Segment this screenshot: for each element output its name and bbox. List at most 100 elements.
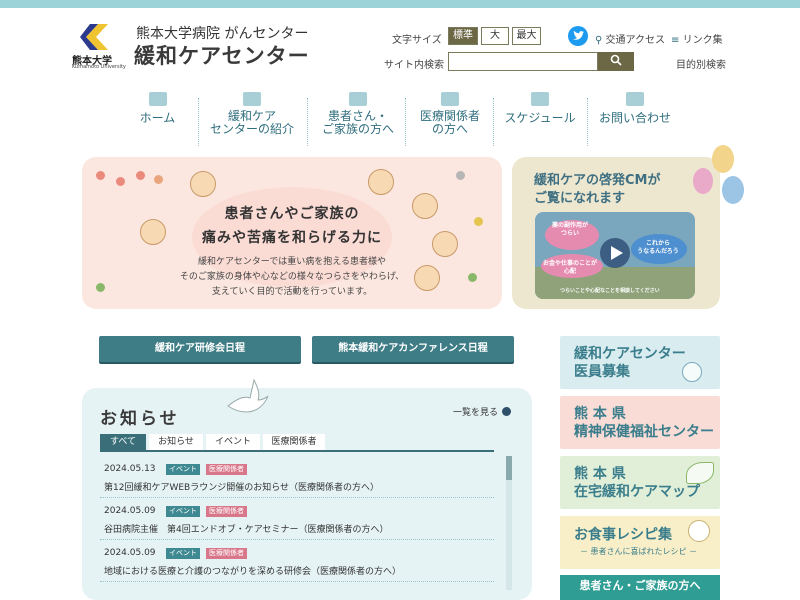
nav-separator	[405, 98, 406, 146]
tab-news[interactable]: お知らせ	[149, 434, 203, 450]
search-button[interactable]	[598, 52, 634, 71]
news-item[interactable]: 2024.05.13 イベント 医療関係者 第12回緩和ケアWEBラウンジ開催の…	[100, 456, 494, 498]
tag-medical: 医療関係者	[206, 464, 247, 475]
play-icon[interactable]	[600, 238, 630, 268]
news-title: お知らせ	[100, 409, 180, 429]
recipe-line-2: － 患者さんに喜ばれたレシピ －	[580, 547, 698, 556]
cm-bubble-1-text: 薬の副作用が つらい	[551, 222, 588, 237]
font-size-large-button[interactable]: 大	[481, 27, 509, 45]
home-care-map-text: 熊 本 県 在宅緩和ケアマップ	[574, 465, 700, 501]
home-care-map-line-1: 熊 本 県	[574, 466, 626, 482]
mail-icon	[626, 92, 644, 106]
news-text: 第12回緩和ケアWEBラウンジ開催のお知らせ（医療関係者の方へ）	[104, 483, 380, 493]
recruit-banner-text: 緩和ケアセンター 医員募集	[574, 345, 686, 381]
nav-medical[interactable]: 医療関係者 の方へ	[412, 92, 488, 148]
nav-center-intro[interactable]: 緩和ケア センターの紹介	[204, 92, 300, 148]
tag-medical: 医療関係者	[206, 548, 247, 559]
site-title[interactable]: 緩和ケアセンター	[134, 40, 310, 70]
cat-icon	[456, 171, 465, 180]
site-search-input[interactable]	[448, 52, 598, 71]
mental-health-line-1: 熊 本 県	[574, 406, 626, 422]
tag-event: イベント	[166, 506, 200, 517]
grandpa-face-icon	[368, 169, 394, 195]
list-icon: ≡	[671, 35, 680, 46]
nav-patients-label: 患者さん・ ご家族の方へ	[321, 109, 394, 136]
patients-family-banner[interactable]: 患者さん・ご家族の方へ	[560, 575, 720, 600]
news-item[interactable]: 2024.05.09 イベント 医療関係者 谷田病院主催 第4回エンドオブ・ケア…	[100, 498, 494, 540]
pill-icon	[441, 92, 459, 106]
search-icon	[610, 54, 622, 66]
tag-event: イベント	[166, 464, 200, 475]
news-scrollbar-thumb[interactable]	[506, 456, 512, 480]
font-size-label: 文字サイズ	[392, 35, 442, 46]
tab-events[interactable]: イベント	[206, 434, 260, 450]
nav-schedule-label: スケジュール	[504, 111, 576, 125]
news-date: 2024.05.09	[104, 506, 156, 516]
mental-health-line-2: 精神保健福祉センター	[574, 424, 714, 440]
tag-medical: 医療関係者	[206, 506, 247, 517]
news-date: 2024.05.13	[104, 464, 156, 474]
flower-icon	[116, 177, 125, 186]
twitter-icon[interactable]	[568, 26, 588, 46]
recruit-line-1: 緩和ケアセンター	[574, 346, 686, 362]
cm-title-line-1: 緩和ケアの啓発CMが	[534, 173, 661, 188]
nav-separator	[587, 98, 588, 146]
recruit-line-2: 医員募集	[574, 364, 630, 380]
calendar-icon	[531, 92, 549, 106]
tab-all[interactable]: すべて	[100, 434, 146, 450]
clover-icon	[682, 362, 702, 382]
home-icon	[148, 92, 167, 106]
nav-patients[interactable]: 患者さん・ ご家族の方へ	[312, 92, 404, 148]
balloon-icon	[693, 168, 713, 194]
nav-center-intro-label: 緩和ケア センターの紹介	[209, 109, 294, 136]
balloon-icon	[722, 176, 744, 204]
nav-contact[interactable]: お問い合わせ	[594, 92, 676, 148]
cm-bubble-3-text: これから うなるんだろう	[637, 240, 679, 255]
cm-caption: つらいことや心配なことを相談してください	[560, 288, 660, 294]
conference-schedule-button[interactable]: 熊本緩和ケアカンファレンス日程	[312, 336, 514, 362]
font-size-standard-button[interactable]: 標準	[448, 27, 478, 45]
university-logo-icon[interactable]	[80, 22, 110, 52]
cm-title: 緩和ケアの啓発CMが ご覧になれます	[534, 172, 660, 208]
top-accent-bar	[0, 0, 800, 8]
hero-headline-2: 痛みや苦痛を和らげる力に	[202, 230, 382, 246]
child-face-icon	[190, 171, 216, 197]
links-link[interactable]: ≡ リンク集	[671, 31, 723, 46]
nav-schedule[interactable]: スケジュール	[500, 92, 580, 148]
bed-icon	[349, 92, 367, 106]
access-link[interactable]: ⚲ 交通アクセス	[595, 31, 665, 46]
news-more-label: 一覧を見る	[453, 408, 499, 418]
cm-title-line-2: ご覧になれます	[534, 191, 626, 206]
nav-home[interactable]: ホーム	[130, 92, 185, 148]
balloon-icon	[712, 145, 734, 173]
purpose-search-link[interactable]: 目的別検索	[676, 56, 726, 71]
news-date: 2024.05.09	[104, 548, 156, 558]
nav-contact-label: お問い合わせ	[598, 111, 671, 125]
site-search-label: サイト内検索	[384, 60, 444, 71]
news-more-link[interactable]: 一覧を見る	[453, 405, 512, 418]
news-text: 谷田病院主催 第4回エンドオブ・ケアセミナー（医療関係者の方へ）	[104, 525, 389, 535]
hero-body-1: 緩和ケアセンターでは重い病を抱える患者様や	[197, 257, 386, 267]
cm-bubble-2-text: お金や仕事のことが 心配	[542, 260, 597, 275]
hero-body-2: そのご家族の身体や心などの様々なつらさをやわらげ、	[179, 272, 405, 282]
tab-medical[interactable]: 医療関係者	[263, 434, 325, 450]
news-item[interactable]: 2024.05.09 イベント 医療関係者 地域における医療と介護のつながりを深…	[100, 540, 494, 582]
hero-body-3: 支えていく目的で活動を行っています。	[211, 287, 373, 297]
links-link-label: リンク集	[682, 35, 723, 46]
hero-headline-1: 患者さんやご家族の	[224, 206, 360, 222]
training-schedule-button[interactable]: 緩和ケア研修会日程	[99, 336, 301, 362]
news-text: 地域における医療と介護のつながりを深める研修会（医療関係者の方へ）	[104, 567, 402, 577]
nav-medical-label: 医療関係者 の方へ	[419, 109, 480, 136]
access-link-label: 交通アクセス	[605, 35, 666, 46]
map-pin-icon: ⚲	[595, 35, 603, 46]
tab-underline	[100, 450, 494, 452]
arrow-right-icon	[502, 407, 512, 416]
nav-home-label: ホーム	[139, 111, 176, 125]
flower-icon	[154, 175, 163, 184]
dove-icon	[227, 378, 269, 413]
building-icon	[243, 92, 261, 106]
recipe-line-1: お食事レシピ集	[574, 527, 672, 543]
font-size-largest-button[interactable]: 最大	[512, 27, 541, 45]
mental-health-banner-text: 熊 本 県 精神保健福祉センター	[574, 405, 714, 441]
university-name-en: Kumamoto University	[72, 64, 126, 70]
